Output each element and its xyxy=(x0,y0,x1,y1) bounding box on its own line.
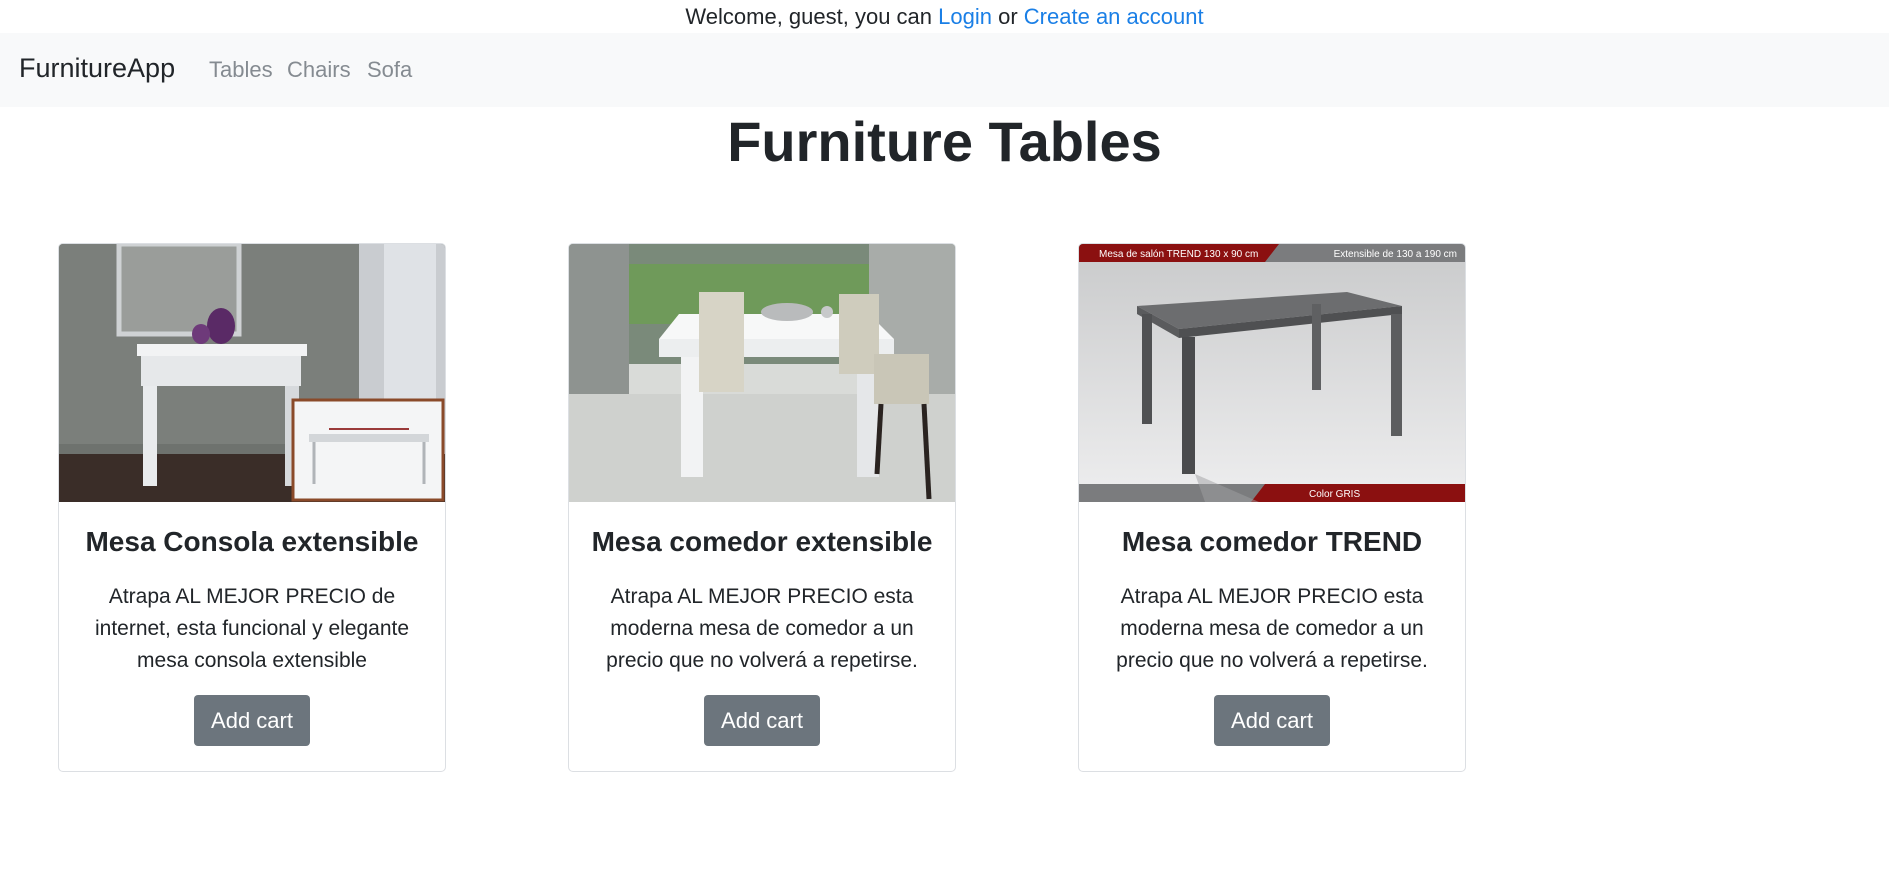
create-account-link[interactable]: Create an account xyxy=(1024,4,1204,29)
brand-logo[interactable]: FurnitureApp xyxy=(19,53,175,84)
navbar: FurnitureApp Tables Chairs Sofa xyxy=(0,33,1889,107)
or-text: or xyxy=(998,4,1018,29)
image-banner-top-right: Extensible de 130 a 190 cm xyxy=(1334,249,1457,260)
product-image: Mesa de salón TREND 130 x 90 cm Extensib… xyxy=(1079,244,1465,502)
welcome-text: Welcome, guest, you can xyxy=(685,4,933,29)
product-card: Mesa de salón TREND 130 x 90 cm Extensib… xyxy=(1078,243,1466,772)
product-description: Atrapa AL MEJOR PRECIO esta moderna mesa… xyxy=(606,585,918,672)
product-card: Mesa Consola extensible Atrapa AL MEJOR … xyxy=(58,243,446,772)
add-cart-button[interactable]: Add cart xyxy=(1214,695,1330,746)
product-title: Mesa Consola extensible xyxy=(85,526,419,557)
product-title: Mesa comedor TREND xyxy=(1121,526,1423,557)
login-link[interactable]: Login xyxy=(938,4,992,29)
nav-link-sofa[interactable]: Sofa xyxy=(367,57,412,83)
product-card: Mesa comedor extensible Atrapa AL MEJOR … xyxy=(568,243,956,772)
add-cart-button[interactable]: Add cart xyxy=(194,695,310,746)
image-banner-top-left: Mesa de salón TREND 130 x 90 cm xyxy=(1099,249,1258,260)
image-banner-bottom-right: Color GRIS xyxy=(1309,489,1360,500)
page-title: Furniture Tables xyxy=(727,110,1162,173)
product-image xyxy=(569,244,955,502)
product-description: Atrapa AL MEJOR PRECIO de internet, esta… xyxy=(94,585,410,672)
product-image xyxy=(59,244,445,502)
welcome-bar: Welcome, guest, you can Login or Create … xyxy=(0,0,1889,33)
product-title: Mesa comedor extensible xyxy=(591,526,933,557)
add-cart-button[interactable]: Add cart xyxy=(704,695,820,746)
nav-link-chairs[interactable]: Chairs xyxy=(287,57,351,83)
product-description: Atrapa AL MEJOR PRECIO esta moderna mesa… xyxy=(1116,585,1428,672)
nav-link-tables[interactable]: Tables xyxy=(209,57,273,83)
